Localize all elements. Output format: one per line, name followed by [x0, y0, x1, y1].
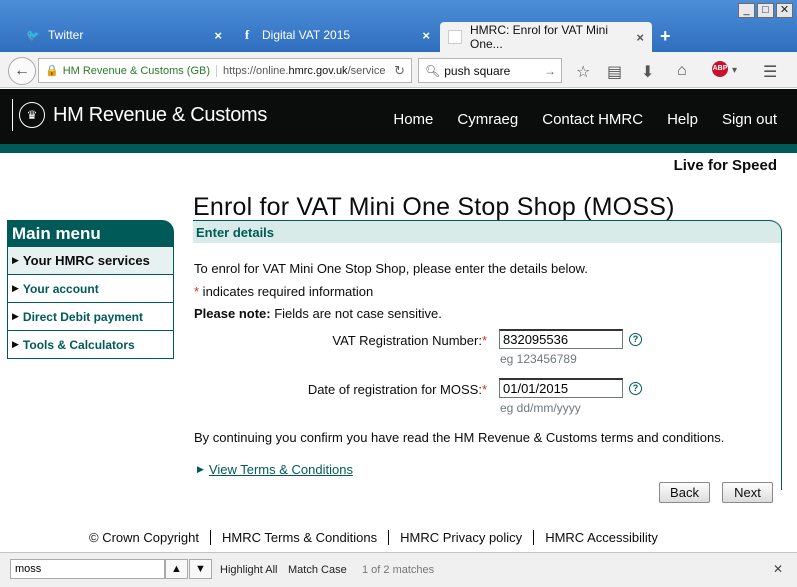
section-heading: Enter details — [193, 220, 781, 243]
help-icon[interactable]: ? — [629, 333, 642, 346]
moss-date-input[interactable] — [499, 378, 623, 398]
tab-digital-vat[interactable]: f Digital VAT 2015 × — [232, 20, 438, 50]
find-previous-button[interactable]: ▲ — [165, 559, 188, 579]
view-terms-link[interactable]: ▶ View Terms & Conditions — [197, 462, 353, 477]
tab-label: Twitter — [48, 28, 84, 42]
url-text[interactable]: https://online.hmrc.gov.uk/service — [217, 65, 385, 77]
download-icon[interactable]: ⬇ — [641, 62, 654, 82]
tab-label: Digital VAT 2015 — [262, 28, 351, 42]
top-navigation: Home Cymraeg Contact HMRC Help Sign out — [393, 111, 777, 128]
window-controls: _ □ ✕ — [738, 3, 793, 18]
bookmark-star-icon[interactable]: ☆ — [576, 62, 590, 82]
footer-terms[interactable]: HMRC Terms & Conditions — [210, 530, 388, 545]
main-menu: Main menu ▶ Your HMRC services ▶ Your ac… — [7, 220, 174, 359]
chevron-down-icon[interactable]: ▾ — [732, 65, 737, 76]
search-input[interactable]: push square — [444, 64, 510, 78]
sidebar-item-your-account[interactable]: ▶ Your account — [7, 275, 174, 303]
find-status: 1 of 2 matches — [362, 564, 435, 576]
view-terms-link-text[interactable]: View Terms & Conditions — [209, 462, 353, 477]
home-icon[interactable]: ⌂ — [677, 62, 687, 80]
url-bar[interactable]: 🔒 HM Revenue & Customs (GB) https://onli… — [38, 58, 412, 83]
vat-number-hint: eg 123456789 — [500, 352, 577, 366]
site-header: ♛ HM Revenue & Customs Home Cymraeg Cont… — [0, 89, 797, 144]
crown-crest-icon: ♛ — [19, 102, 45, 128]
tab-close-icon[interactable]: × — [214, 28, 222, 43]
menu-hamburger-icon[interactable]: ☰ — [763, 62, 777, 82]
header-accent-bar — [0, 144, 797, 153]
sidebar-item-direct-debit[interactable]: ▶ Direct Debit payment — [7, 303, 174, 331]
sidebar-item-label: Direct Debit payment — [22, 309, 143, 324]
page-content: ♛ HM Revenue & Customs Home Cymraeg Cont… — [0, 89, 797, 552]
find-input[interactable] — [10, 559, 165, 579]
adblock-icon[interactable]: ABP — [712, 61, 728, 77]
reading-list-icon[interactable]: ▤ — [607, 62, 622, 82]
triangle-right-icon: ▶ — [12, 255, 19, 265]
nav-cymraeg[interactable]: Cymraeg — [457, 111, 518, 128]
search-bar[interactable]: 🔍︎ push square → — [418, 58, 562, 83]
facebook-icon: f — [244, 27, 250, 42]
tab-bar: _ □ ✕ 🐦 Twitter × f Digital VAT 2015 × H… — [0, 0, 797, 52]
tab-label: HMRC: Enrol for VAT Mini One... — [470, 23, 609, 51]
maximize-button[interactable]: □ — [757, 3, 774, 18]
reload-icon[interactable]: ↻ — [394, 63, 405, 79]
close-icon[interactable]: ✕ — [773, 562, 783, 576]
case-sensitivity-note: Please note: Fields are not case sensiti… — [194, 306, 442, 321]
tab-close-icon[interactable]: × — [636, 30, 644, 45]
highlight-all-toggle[interactable]: Highlight All — [220, 564, 277, 576]
nav-sign-out[interactable]: Sign out — [722, 111, 777, 128]
navigation-toolbar: ← 🔒 HM Revenue & Customs (GB) https://on… — [0, 52, 797, 88]
search-icon: 🔍︎ — [425, 63, 441, 78]
blank-page-icon — [448, 30, 462, 44]
intro-text: To enrol for VAT Mini One Stop Shop, ple… — [194, 261, 588, 276]
minimize-button[interactable]: _ — [738, 3, 755, 18]
vat-number-label: VAT Registration Number:* — [332, 333, 487, 348]
triangle-right-icon: ▶ — [12, 311, 19, 321]
sidebar-item-tools-calculators[interactable]: ▶ Tools & Calculators — [7, 331, 174, 359]
twitter-bird-icon: 🐦 — [26, 29, 40, 42]
tab-close-icon[interactable]: × — [422, 28, 430, 43]
triangle-right-icon: ▶ — [12, 283, 19, 293]
sidebar-item-your-hmrc-services[interactable]: ▶ Your HMRC services — [7, 247, 174, 275]
nav-home[interactable]: Home — [393, 111, 433, 128]
sidebar-item-label: Tools & Calculators — [22, 337, 135, 352]
nav-help[interactable]: Help — [667, 111, 698, 128]
main-menu-heading: Main menu — [7, 220, 174, 247]
vat-number-input[interactable] — [499, 329, 623, 349]
footer-privacy[interactable]: HMRC Privacy policy — [388, 530, 533, 545]
lock-icon: 🔒 — [45, 65, 59, 77]
tab-twitter[interactable]: 🐦 Twitter × — [18, 20, 230, 50]
match-case-toggle[interactable]: Match Case — [288, 564, 347, 576]
site-footer: © Crown Copyright HMRC Terms & Condition… — [89, 530, 669, 545]
site-identity[interactable]: HM Revenue & Customs (GB) — [63, 64, 218, 77]
help-icon[interactable]: ? — [629, 382, 642, 395]
nav-contact-hmrc[interactable]: Contact HMRC — [542, 111, 643, 128]
footer-crown-copyright[interactable]: © Crown Copyright — [89, 530, 210, 545]
close-window-button[interactable]: ✕ — [776, 3, 793, 18]
new-tab-button[interactable]: + — [660, 26, 671, 47]
next-button[interactable]: Next — [722, 482, 773, 503]
tab-hmrc-active[interactable]: HMRC: Enrol for VAT Mini One... × — [440, 22, 652, 52]
page-title: Enrol for VAT Mini One Stop Shop (MOSS) — [193, 193, 675, 221]
service-name: Live for Speed — [673, 157, 777, 174]
find-bar: ▲ ▼ Highlight All Match Case 1 of 2 matc… — [0, 552, 797, 587]
back-arrow-icon[interactable]: ← — [8, 57, 36, 85]
sidebar-item-label: Your HMRC services — [22, 253, 150, 268]
search-go-icon[interactable]: → — [544, 64, 556, 78]
moss-date-label: Date of registration for MOSS:* — [307, 382, 487, 397]
footer-accessibility[interactable]: HMRC Accessibility — [533, 530, 669, 545]
required-info-note: * indicates required information — [194, 284, 374, 299]
moss-date-hint: eg dd/mm/yyyy — [500, 401, 581, 415]
enrol-form-panel: Enter details To enrol for VAT Mini One … — [193, 220, 782, 490]
sidebar-item-label: Your account — [22, 281, 99, 296]
confirm-terms-text: By continuing you confirm you have read … — [194, 430, 725, 445]
back-button[interactable]: Back — [659, 482, 710, 503]
triangle-right-icon: ▶ — [197, 464, 204, 474]
triangle-right-icon: ▶ — [12, 339, 19, 349]
logo-text: HM Revenue & Customs — [53, 103, 268, 126]
find-next-button[interactable]: ▼ — [189, 559, 212, 579]
hmrc-logo[interactable]: ♛ HM Revenue & Customs — [12, 99, 267, 131]
